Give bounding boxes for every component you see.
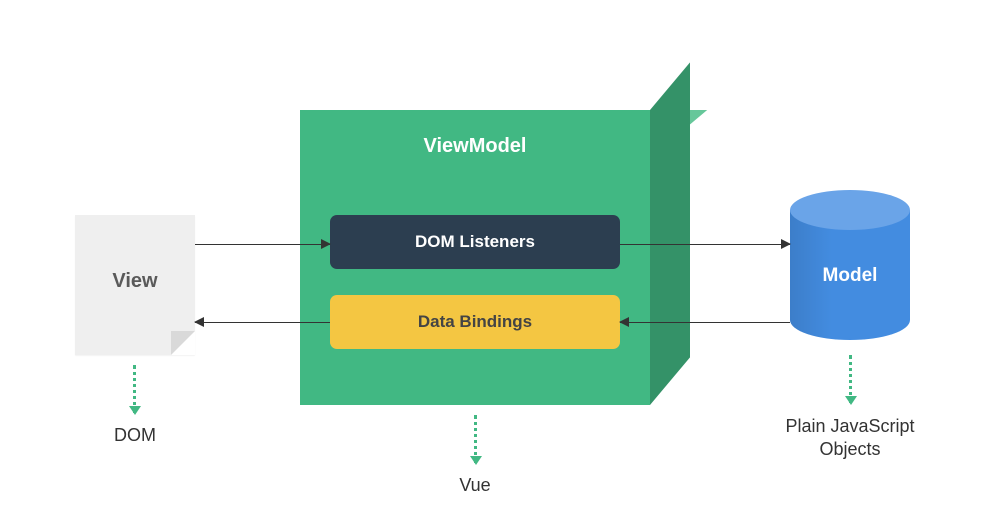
- dotted-pointer-view: [133, 365, 136, 413]
- model-title: Model: [790, 265, 910, 287]
- viewmodel-title: ViewModel: [300, 135, 650, 158]
- data-bindings-box: Data Bindings: [330, 295, 620, 349]
- dotted-pointer-model: [849, 355, 852, 403]
- data-bindings-label: Data Bindings: [418, 312, 532, 332]
- viewmodel-sublabel: Vue: [390, 475, 560, 496]
- dotted-pointer-viewmodel: [474, 415, 477, 463]
- arrow-bindings-to-view: [195, 322, 330, 323]
- arrow-listeners-to-model: [620, 244, 790, 245]
- dom-listeners-label: DOM Listeners: [415, 232, 535, 252]
- arrow-model-to-bindings: [620, 322, 790, 323]
- cube-front-face: ViewModel DOM Listeners Data Bindings: [300, 110, 650, 405]
- model-sublabel: Plain JavaScript Objects: [760, 415, 940, 462]
- view-title: View: [75, 270, 195, 293]
- model-block: Model: [790, 190, 910, 340]
- cylinder-top: [790, 190, 910, 230]
- dom-listeners-box: DOM Listeners: [330, 215, 620, 269]
- diagram-stage: View ViewModel DOM Listeners Data Bindin…: [0, 0, 984, 523]
- viewmodel-block: ViewModel DOM Listeners Data Bindings: [300, 110, 650, 405]
- view-sublabel: DOM: [75, 425, 195, 446]
- cube-right-face: [650, 62, 690, 405]
- view-block: View: [75, 215, 195, 355]
- arrow-view-to-listeners: [195, 244, 330, 245]
